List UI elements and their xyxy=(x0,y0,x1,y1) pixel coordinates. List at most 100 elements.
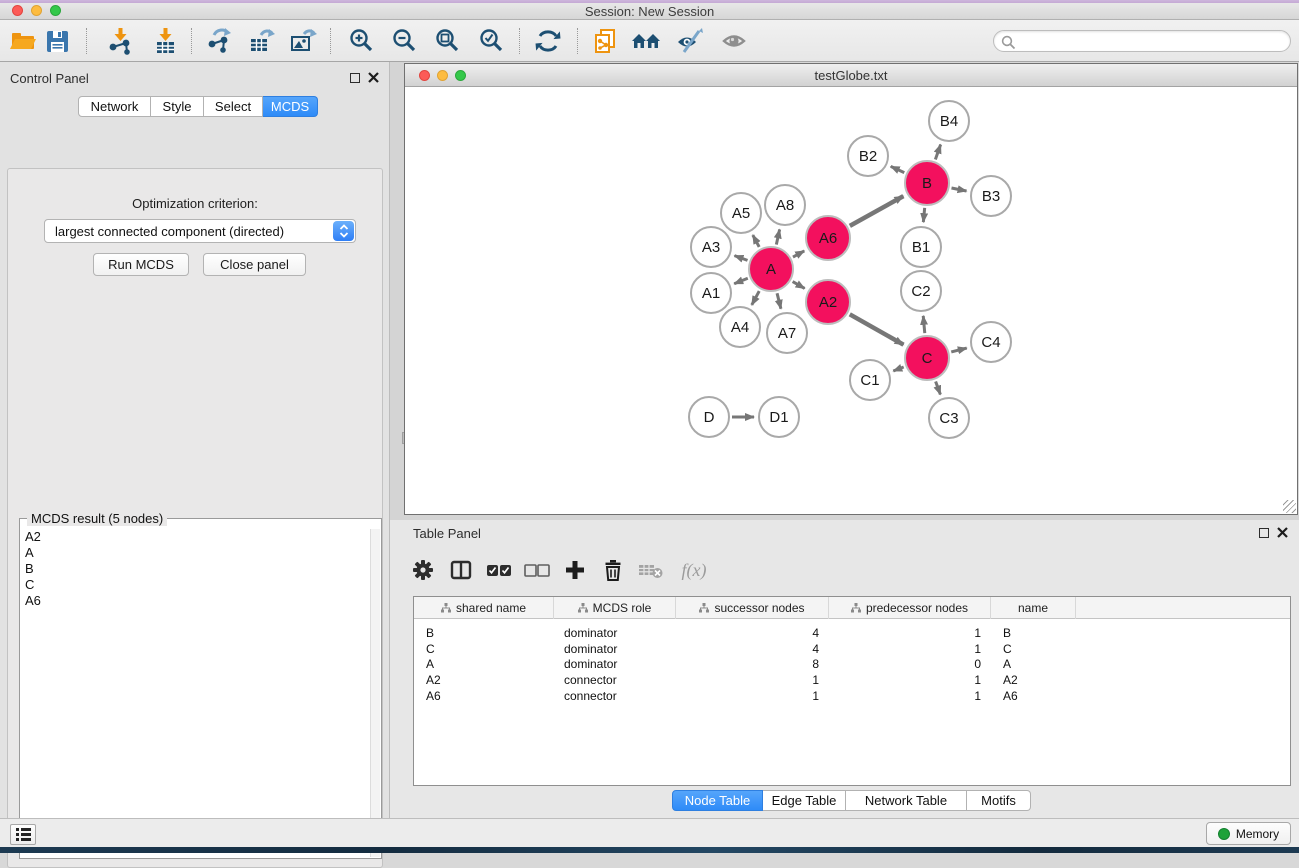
graph-node-C3[interactable]: C3 xyxy=(928,397,970,439)
table-row[interactable]: Adominator80A xyxy=(414,656,1290,672)
column-header[interactable]: shared name xyxy=(414,597,554,619)
float-panel-icon[interactable] xyxy=(1259,528,1269,538)
table-cell[interactable]: 1 xyxy=(676,672,829,688)
graph-node-B2[interactable]: B2 xyxy=(847,135,889,177)
close-panel-icon[interactable] xyxy=(1277,527,1288,538)
table-cell[interactable]: A6 xyxy=(414,688,554,704)
table-cell[interactable]: dominator xyxy=(554,625,676,641)
column-header[interactable]: predecessor nodes xyxy=(829,597,991,619)
graph-node-C1[interactable]: C1 xyxy=(849,359,891,401)
table-cell[interactable]: A2 xyxy=(414,672,554,688)
memory-button[interactable]: Memory xyxy=(1206,822,1291,845)
resize-grip[interactable] xyxy=(1283,500,1296,513)
graph-node-D[interactable]: D xyxy=(688,396,730,438)
table-cell[interactable]: connector xyxy=(554,688,676,704)
clone-network-button[interactable] xyxy=(588,26,622,56)
close-panel-button[interactable]: Close panel xyxy=(203,253,306,276)
network-canvas[interactable]: B4B2BB3A5A8A6A3AB1A1A2C2A4A7C4CC1C3DD1 xyxy=(405,87,1297,514)
result-item[interactable]: A xyxy=(21,545,370,561)
tab-network[interactable]: Network xyxy=(78,96,151,117)
export-image-button[interactable] xyxy=(286,26,320,56)
table-cell[interactable]: dominator xyxy=(554,656,676,672)
save-session-button[interactable] xyxy=(40,26,74,56)
graph-node-A6[interactable]: A6 xyxy=(805,215,851,261)
table-cell[interactable]: 8 xyxy=(676,656,829,672)
graph-node-A8[interactable]: A8 xyxy=(764,184,806,226)
graph-node-B3[interactable]: B3 xyxy=(970,175,1012,217)
tab-motifs[interactable]: Motifs xyxy=(967,790,1031,811)
tab-select[interactable]: Select xyxy=(204,96,263,117)
table-cell[interactable]: A2 xyxy=(991,672,1076,688)
export-network-button[interactable] xyxy=(201,26,235,56)
graph-node-A5[interactable]: A5 xyxy=(720,192,762,234)
table-row[interactable]: A6connector11A6 xyxy=(414,688,1290,704)
table-cell[interactable]: 4 xyxy=(676,641,829,657)
criterion-select[interactable]: largest connected component (directed) xyxy=(44,219,356,243)
export-table-button[interactable] xyxy=(244,26,278,56)
tab-mcds[interactable]: MCDS xyxy=(263,96,318,117)
table-cell[interactable]: 0 xyxy=(829,656,991,672)
zoom-out-button[interactable] xyxy=(388,26,422,56)
graph-node-A2[interactable]: A2 xyxy=(805,279,851,325)
hide-graphics-button[interactable] xyxy=(673,26,707,56)
table-cell[interactable]: connector xyxy=(554,672,676,688)
graph-node-A7[interactable]: A7 xyxy=(766,312,808,354)
graph-node-C4[interactable]: C4 xyxy=(970,321,1012,363)
table-cell[interactable]: B xyxy=(414,625,554,641)
tab-style[interactable]: Style xyxy=(151,96,204,117)
show-columns-button[interactable] xyxy=(442,555,480,585)
column-header[interactable]: MCDS role xyxy=(554,597,676,619)
graph-node-B1[interactable]: B1 xyxy=(900,226,942,268)
tab-edge-table[interactable]: Edge Table xyxy=(763,790,846,811)
result-item[interactable]: B xyxy=(21,561,370,577)
refresh-button[interactable] xyxy=(531,26,565,56)
table-row[interactable]: A2connector11A2 xyxy=(414,672,1290,688)
table-settings-button[interactable] xyxy=(404,555,442,585)
graph-node-A[interactable]: A xyxy=(748,246,794,292)
network-window-titlebar[interactable]: testGlobe.txt xyxy=(405,64,1297,87)
result-item[interactable]: A2 xyxy=(21,529,370,545)
column-header[interactable]: successor nodes xyxy=(676,597,829,619)
table-cell[interactable]: 4 xyxy=(676,625,829,641)
first-neighbors-button[interactable] xyxy=(630,26,664,56)
delete-column-button[interactable] xyxy=(594,555,632,585)
graph-node-A4[interactable]: A4 xyxy=(719,306,761,348)
table-cell[interactable]: 1 xyxy=(829,625,991,641)
add-column-button[interactable] xyxy=(556,555,594,585)
graph-node-B4[interactable]: B4 xyxy=(928,100,970,142)
zoom-selected-button[interactable] xyxy=(475,26,509,56)
tab-network-table[interactable]: Network Table xyxy=(846,790,967,811)
zoom-fit-button[interactable] xyxy=(431,26,465,56)
graph-node-A1[interactable]: A1 xyxy=(690,272,732,314)
graph-node-D1[interactable]: D1 xyxy=(758,396,800,438)
result-scrollbar[interactable] xyxy=(370,529,380,857)
deselect-all-button[interactable] xyxy=(518,555,556,585)
select-all-button[interactable] xyxy=(480,555,518,585)
tab-node-table[interactable]: Node Table xyxy=(672,790,763,811)
zoom-in-button[interactable] xyxy=(345,26,379,56)
graph-node-C[interactable]: C xyxy=(904,335,950,381)
table-cell[interactable]: A xyxy=(414,656,554,672)
table-cell[interactable]: 1 xyxy=(829,672,991,688)
column-header[interactable]: name xyxy=(991,597,1076,619)
task-history-button[interactable] xyxy=(10,824,36,845)
table-cell[interactable]: 1 xyxy=(676,688,829,704)
float-panel-icon[interactable] xyxy=(350,73,360,83)
table-cell[interactable]: A xyxy=(991,656,1076,672)
table-cell[interactable]: A6 xyxy=(991,688,1076,704)
open-file-button[interactable] xyxy=(6,26,40,56)
search-input[interactable] xyxy=(1020,32,1280,50)
graph-node-A3[interactable]: A3 xyxy=(690,226,732,268)
import-network-button[interactable] xyxy=(103,26,137,56)
graph-node-C2[interactable]: C2 xyxy=(900,270,942,312)
table-cell[interactable]: C xyxy=(414,641,554,657)
table-cell[interactable]: B xyxy=(991,625,1076,641)
show-graphics-button[interactable] xyxy=(718,26,752,56)
import-table-button[interactable] xyxy=(148,26,182,56)
table-cell[interactable]: C xyxy=(991,641,1076,657)
table-row[interactable]: Bdominator41B xyxy=(414,625,1290,641)
run-mcds-button[interactable]: Run MCDS xyxy=(93,253,189,276)
table-cell[interactable]: 1 xyxy=(829,641,991,657)
close-panel-icon[interactable] xyxy=(368,72,379,83)
table-row[interactable]: Cdominator41C xyxy=(414,641,1290,657)
